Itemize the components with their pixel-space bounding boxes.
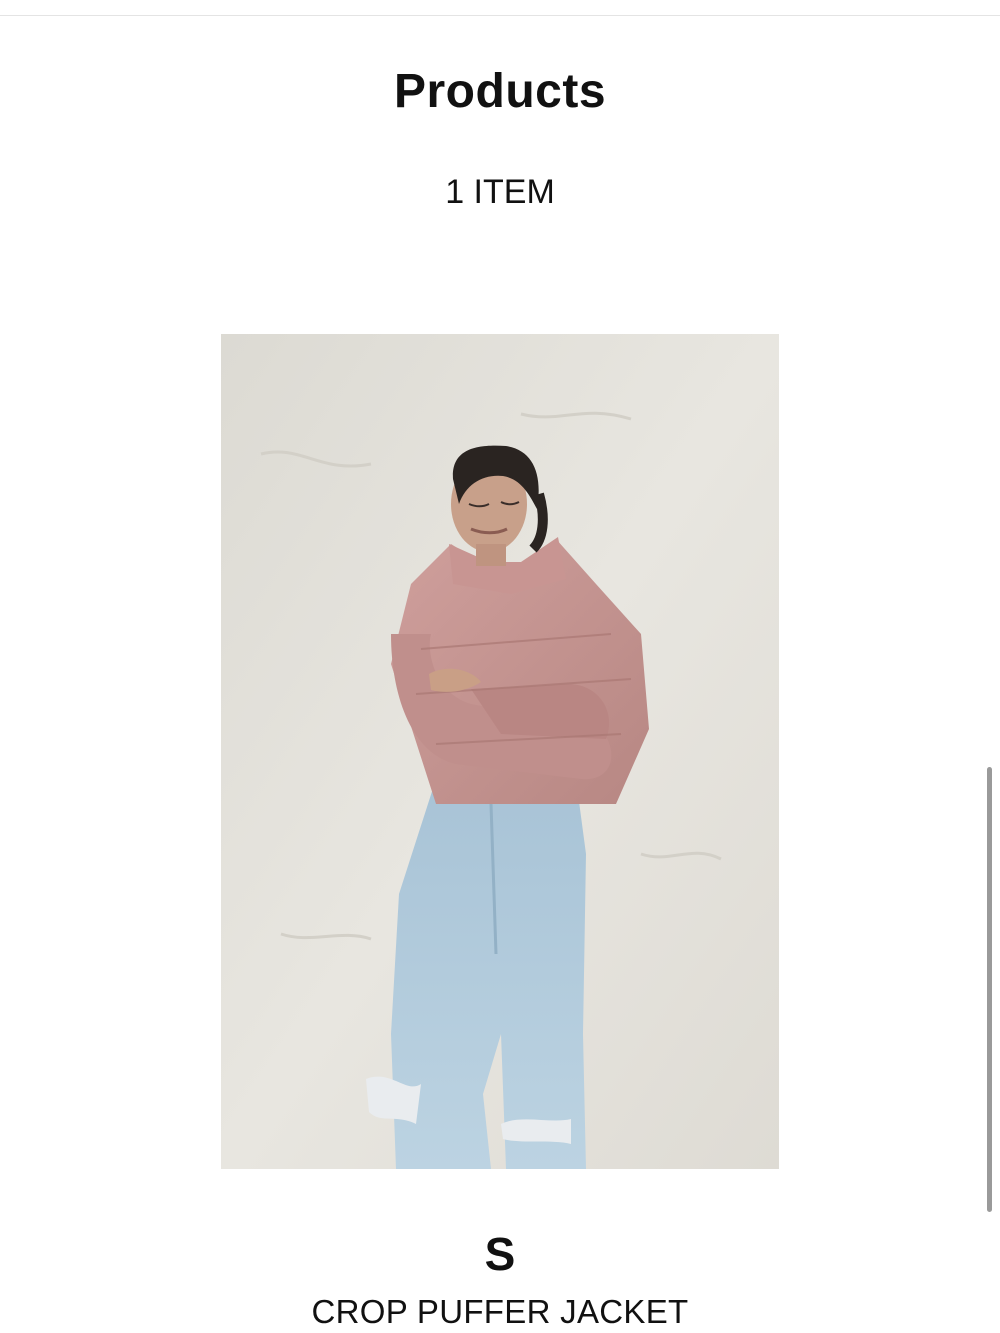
vertical-scrollbar[interactable] [985, 767, 995, 1212]
top-divider [0, 15, 1000, 16]
product-name-link[interactable]: CROP PUFFER JACKET [0, 1292, 1000, 1332]
page-title: Products [393, 65, 607, 118]
products-page: Products 1 ITEM S CROP PUFFER JACKET [0, 0, 1000, 1333]
product-card[interactable]: S CROP PUFFER JACKET [221, 334, 779, 1333]
product-image[interactable] [221, 334, 779, 1169]
product-size: S [484, 1228, 516, 1280]
scrollbar-thumb[interactable] [987, 767, 992, 1212]
item-count: 1 ITEM [445, 173, 555, 211]
